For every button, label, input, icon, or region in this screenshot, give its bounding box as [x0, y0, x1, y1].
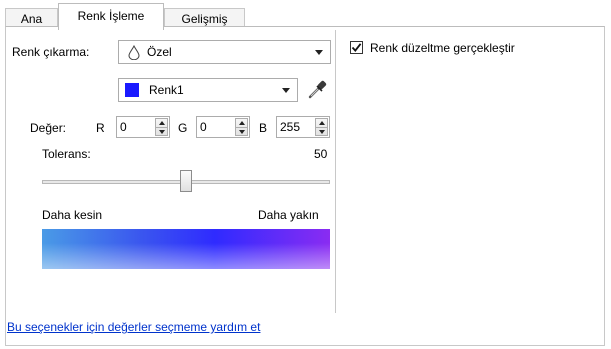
value-label: Değer: — [30, 121, 67, 135]
chevron-down-icon — [282, 88, 290, 93]
b-spinner[interactable]: 255 — [276, 116, 330, 138]
tab-renk-isleme-label: Renk İşleme — [77, 9, 145, 23]
tolerance-value: 50 — [314, 147, 328, 161]
g-spin-buttons[interactable] — [235, 118, 248, 136]
r-spinner[interactable]: 0 — [116, 116, 170, 138]
spin-down-icon[interactable] — [239, 130, 245, 134]
color-swatch — [125, 83, 139, 97]
tab-panel — [5, 26, 605, 346]
color-correction-checkbox[interactable] — [350, 41, 363, 54]
g-label: G — [178, 121, 188, 135]
g-value: 0 — [200, 120, 207, 134]
column-divider — [335, 30, 336, 313]
tab-renk-isleme[interactable]: Renk İşleme — [58, 3, 164, 30]
color-dropout-select[interactable]: Özel — [118, 40, 331, 64]
spin-up-icon[interactable] — [319, 121, 325, 125]
color-select[interactable]: Renk1 — [118, 78, 298, 102]
tolerance-slider-thumb[interactable] — [180, 170, 192, 192]
tolerance-label: Tolerans: — [42, 147, 91, 161]
r-spin-buttons[interactable] — [155, 118, 168, 136]
checkmark-icon — [351, 43, 362, 52]
help-link[interactable]: Bu seçenekler için değerler seçmeme yard… — [7, 320, 260, 334]
chevron-down-icon — [315, 50, 323, 55]
r-value: 0 — [120, 120, 127, 134]
b-spin-buttons[interactable] — [315, 118, 328, 136]
eyedropper-icon[interactable] — [306, 78, 328, 100]
spin-down-icon[interactable] — [319, 130, 325, 134]
closer-label: Daha yakın — [258, 208, 319, 222]
b-label: B — [259, 121, 268, 135]
more-precise-label: Daha kesin — [42, 208, 103, 222]
droplet-icon — [128, 45, 140, 60]
tab-ana-label: Ana — [20, 12, 43, 26]
b-value: 255 — [280, 120, 301, 134]
spin-up-icon[interactable] — [159, 121, 165, 125]
color-dropout-label: Renk çıkarma: — [12, 45, 90, 59]
g-spinner[interactable]: 0 — [196, 116, 250, 138]
spin-up-icon[interactable] — [239, 121, 245, 125]
tolerance-gradient — [42, 229, 330, 269]
color-dropout-value: Özel — [147, 45, 172, 59]
spin-down-icon[interactable] — [159, 130, 165, 134]
r-label: R — [96, 121, 105, 135]
color-select-value: Renk1 — [149, 83, 184, 97]
color-correction-label[interactable]: Renk düzeltme gerçekleştir — [370, 41, 515, 55]
tab-gelismis-label: Gelişmiş — [181, 12, 228, 26]
